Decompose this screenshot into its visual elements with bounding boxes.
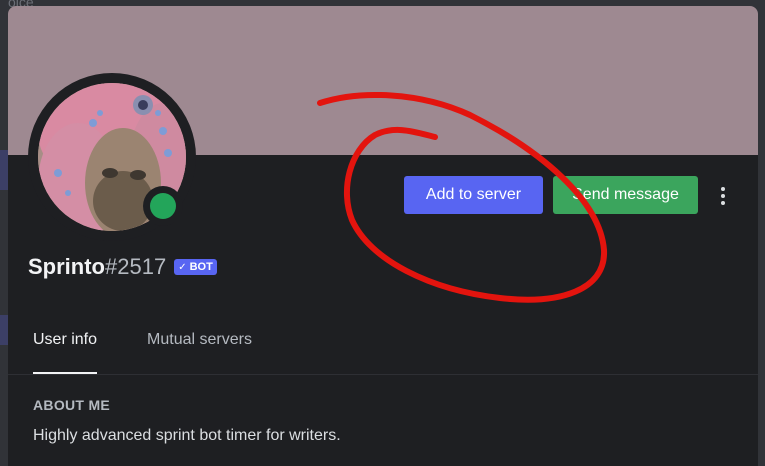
user-profile-popout: Sprinto #2517 ✓ BOT User info Mutual ser… [8, 6, 758, 466]
tab-user-info[interactable]: User info [33, 324, 98, 374]
tabs-divider [8, 374, 758, 375]
send-message-button[interactable]: Send message [553, 176, 698, 214]
discriminator: #2517 [105, 254, 167, 279]
add-to-server-button[interactable]: Add to server [404, 176, 543, 214]
profile-tabs: User info Mutual servers [33, 324, 252, 374]
username: Sprinto [28, 254, 105, 279]
online-status-icon [150, 193, 176, 219]
about-me-heading: ABOUT ME [33, 397, 111, 413]
more-options-icon[interactable] [715, 182, 731, 210]
tab-mutual-servers[interactable]: Mutual servers [147, 324, 252, 374]
verified-check-icon: ✓ [178, 261, 187, 273]
bot-badge-label: BOT [189, 261, 213, 273]
about-me-text: Highly advanced sprint bot timer for wri… [33, 427, 341, 444]
username-row: Sprinto #2517 ✓ BOT [28, 252, 217, 282]
bot-badge: ✓ BOT [174, 259, 217, 275]
